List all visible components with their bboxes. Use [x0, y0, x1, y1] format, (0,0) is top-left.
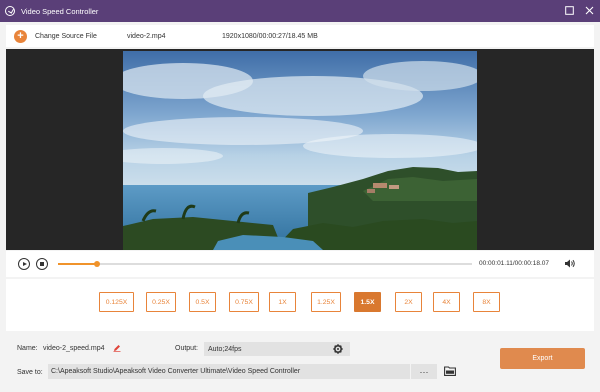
app-logo-icon [5, 6, 15, 16]
speed-option-2[interactable]: 0.5X [189, 292, 216, 312]
output-settings: Name: video-2_speed.mp4 Output: Auto;24f… [6, 333, 594, 386]
save-path-field[interactable]: C:\Apeaksoft Studio\Apeaksoft Video Conv… [48, 364, 410, 379]
video-speed-controller-window: Video Speed Controller + Change Source F… [0, 0, 600, 392]
playback-bar: 00:00:01.11/00:00:18.07 [6, 251, 594, 277]
output-format-select[interactable]: Auto;24fps [204, 342, 350, 356]
speed-option-5[interactable]: 1.25X [311, 292, 341, 312]
browse-button[interactable]: ··· [411, 364, 437, 379]
play-button[interactable] [18, 258, 30, 270]
close-icon[interactable] [584, 5, 594, 15]
gear-icon[interactable] [333, 344, 343, 356]
speed-option-1[interactable]: 0.25X [146, 292, 176, 312]
volume-icon[interactable] [565, 259, 576, 270]
progress-handle[interactable] [94, 261, 100, 267]
speed-option-8[interactable]: 4X [433, 292, 460, 312]
name-label: Name: [17, 345, 38, 352]
timecode: 00:00:01.11/00:00:18.07 [479, 260, 549, 267]
speed-option-9[interactable]: 8X [473, 292, 500, 312]
progress-slider[interactable] [58, 261, 472, 267]
speed-option-6[interactable]: 1.5X [354, 292, 381, 312]
open-folder-icon[interactable] [444, 366, 456, 378]
progress-fill [58, 263, 97, 265]
save-to-label: Save to: [17, 369, 43, 376]
speed-option-0[interactable]: 0.125X [99, 292, 134, 312]
speed-option-3[interactable]: 0.75X [229, 292, 259, 312]
speed-options-panel: 0.125X 0.25X 0.5X 0.75X 1X 1.25X 1.5X 2X 4X 8X [6, 279, 594, 331]
speed-option-4[interactable]: 1X [269, 292, 296, 312]
maximize-icon[interactable] [564, 5, 574, 15]
play-icon [22, 262, 27, 266]
output-file-name: video-2_speed.mp4 [43, 345, 105, 352]
add-source-button[interactable]: + [14, 29, 27, 43]
speed-option-7[interactable]: 2X [395, 292, 422, 312]
video-preview-area [6, 49, 594, 250]
edit-name-icon[interactable] [113, 344, 121, 354]
export-button[interactable]: Export [500, 348, 585, 369]
change-source-file-link[interactable]: Change Source File [35, 33, 97, 40]
window-controls [564, 5, 594, 15]
output-format-value: Auto;24fps [208, 345, 242, 353]
stop-button[interactable] [36, 258, 48, 270]
source-file-name: video-2.mp4 [127, 32, 166, 40]
title-bar: Video Speed Controller [0, 0, 600, 22]
source-file-info: 1920x1080/00:00:27/18.45 MB [222, 32, 318, 40]
source-bar: + Change Source File video-2.mp4 1920x10… [6, 25, 594, 47]
window-title: Video Speed Controller [21, 6, 99, 16]
stop-icon [40, 262, 44, 266]
video-frame[interactable] [123, 51, 477, 250]
output-label: Output: [175, 345, 198, 352]
